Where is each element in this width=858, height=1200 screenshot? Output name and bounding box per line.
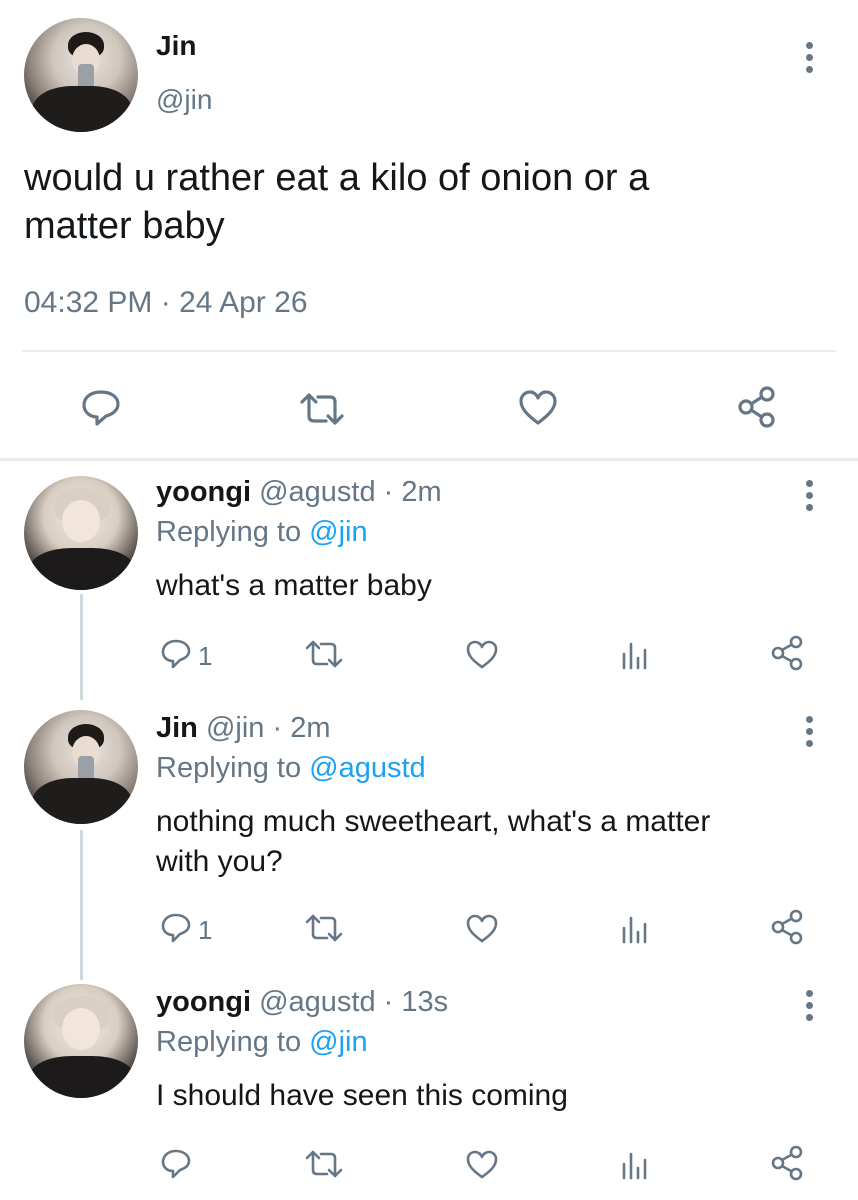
reply-count: 1 <box>198 915 213 945</box>
author-handle[interactable]: @jin <box>156 84 212 116</box>
divider <box>22 350 836 352</box>
replying-to-handle[interactable]: @jin <box>309 516 367 548</box>
retweet-icon[interactable] <box>304 640 344 668</box>
reply-count: 1 <box>198 641 213 671</box>
author-name[interactable]: Jin <box>156 712 198 744</box>
tweet-text-line: would u rather eat a kilo of onion or a <box>24 157 650 199</box>
reply-icon[interactable] <box>80 388 122 428</box>
reply-text-line: what's a matter baby <box>156 569 432 602</box>
author-handle-time[interactable]: @agustd · 2m <box>259 476 442 508</box>
avatar[interactable] <box>24 18 138 132</box>
share-icon[interactable] <box>770 1145 804 1181</box>
more-options-icon[interactable] <box>806 990 814 1026</box>
replying-to-prefix: Replying to <box>156 516 302 548</box>
thread-line <box>80 594 83 700</box>
like-icon[interactable] <box>466 1150 498 1180</box>
author-name[interactable]: yoongi <box>156 476 251 508</box>
avatar[interactable] <box>24 710 138 824</box>
author-handle-time[interactable]: @agustd · 13s <box>259 986 448 1018</box>
reply-header: yoongi @agustd · 2m <box>156 476 442 509</box>
replying-to: Replying to @agustd <box>156 752 426 785</box>
replying-to: Replying to @jin <box>156 516 368 549</box>
reply-icon[interactable] <box>160 912 192 944</box>
like-icon[interactable] <box>466 640 498 670</box>
reply-text: I should have seen this coming <box>156 1076 836 1116</box>
reply-text-line: I should have seen this coming <box>156 1079 568 1112</box>
reply-icon[interactable] <box>160 1148 192 1180</box>
replying-to-prefix: Replying to <box>156 752 302 784</box>
tweet-timestamp[interactable]: 04:32 PM · 24 Apr 26 <box>24 286 308 320</box>
more-options-icon[interactable] <box>806 716 814 752</box>
share-icon[interactable] <box>770 909 804 945</box>
author-name[interactable]: Jin <box>156 30 196 62</box>
more-options-icon[interactable] <box>806 480 814 516</box>
tweet-text: would u rather eat a kilo of onion or a … <box>24 154 834 250</box>
analytics-icon[interactable] <box>620 1150 650 1180</box>
divider <box>0 458 858 461</box>
tweet-text-line: matter baby <box>24 205 225 247</box>
avatar[interactable] <box>24 476 138 590</box>
reply-text: nothing much sweetheart, what's a matter… <box>156 802 836 882</box>
like-icon[interactable] <box>518 390 558 426</box>
share-icon[interactable] <box>770 635 804 671</box>
author-handle-time[interactable]: @jin · 2m <box>206 712 331 744</box>
replying-to-handle[interactable]: @agustd <box>309 752 426 784</box>
reply-text-line: with you? <box>156 845 283 878</box>
more-options-icon[interactable] <box>806 42 814 78</box>
reply-text: what's a matter baby <box>156 566 836 606</box>
replying-to: Replying to @jin <box>156 1026 368 1059</box>
retweet-icon[interactable] <box>304 914 344 942</box>
reply-header: yoongi @agustd · 13s <box>156 986 448 1019</box>
reply-icon[interactable] <box>160 638 192 670</box>
analytics-icon[interactable] <box>620 914 650 944</box>
author-name[interactable]: yoongi <box>156 986 251 1018</box>
reply-header: Jin @jin · 2m <box>156 712 330 745</box>
analytics-icon[interactable] <box>620 640 650 670</box>
like-icon[interactable] <box>466 914 498 944</box>
replying-to-handle[interactable]: @jin <box>309 1026 367 1058</box>
thread-line <box>80 830 83 980</box>
retweet-icon[interactable] <box>304 1150 344 1178</box>
share-icon[interactable] <box>736 386 778 428</box>
reply-text-line: nothing much sweetheart, what's a matter <box>156 805 711 838</box>
avatar[interactable] <box>24 984 138 1098</box>
retweet-icon[interactable] <box>298 392 346 426</box>
replying-to-prefix: Replying to <box>156 1026 302 1058</box>
